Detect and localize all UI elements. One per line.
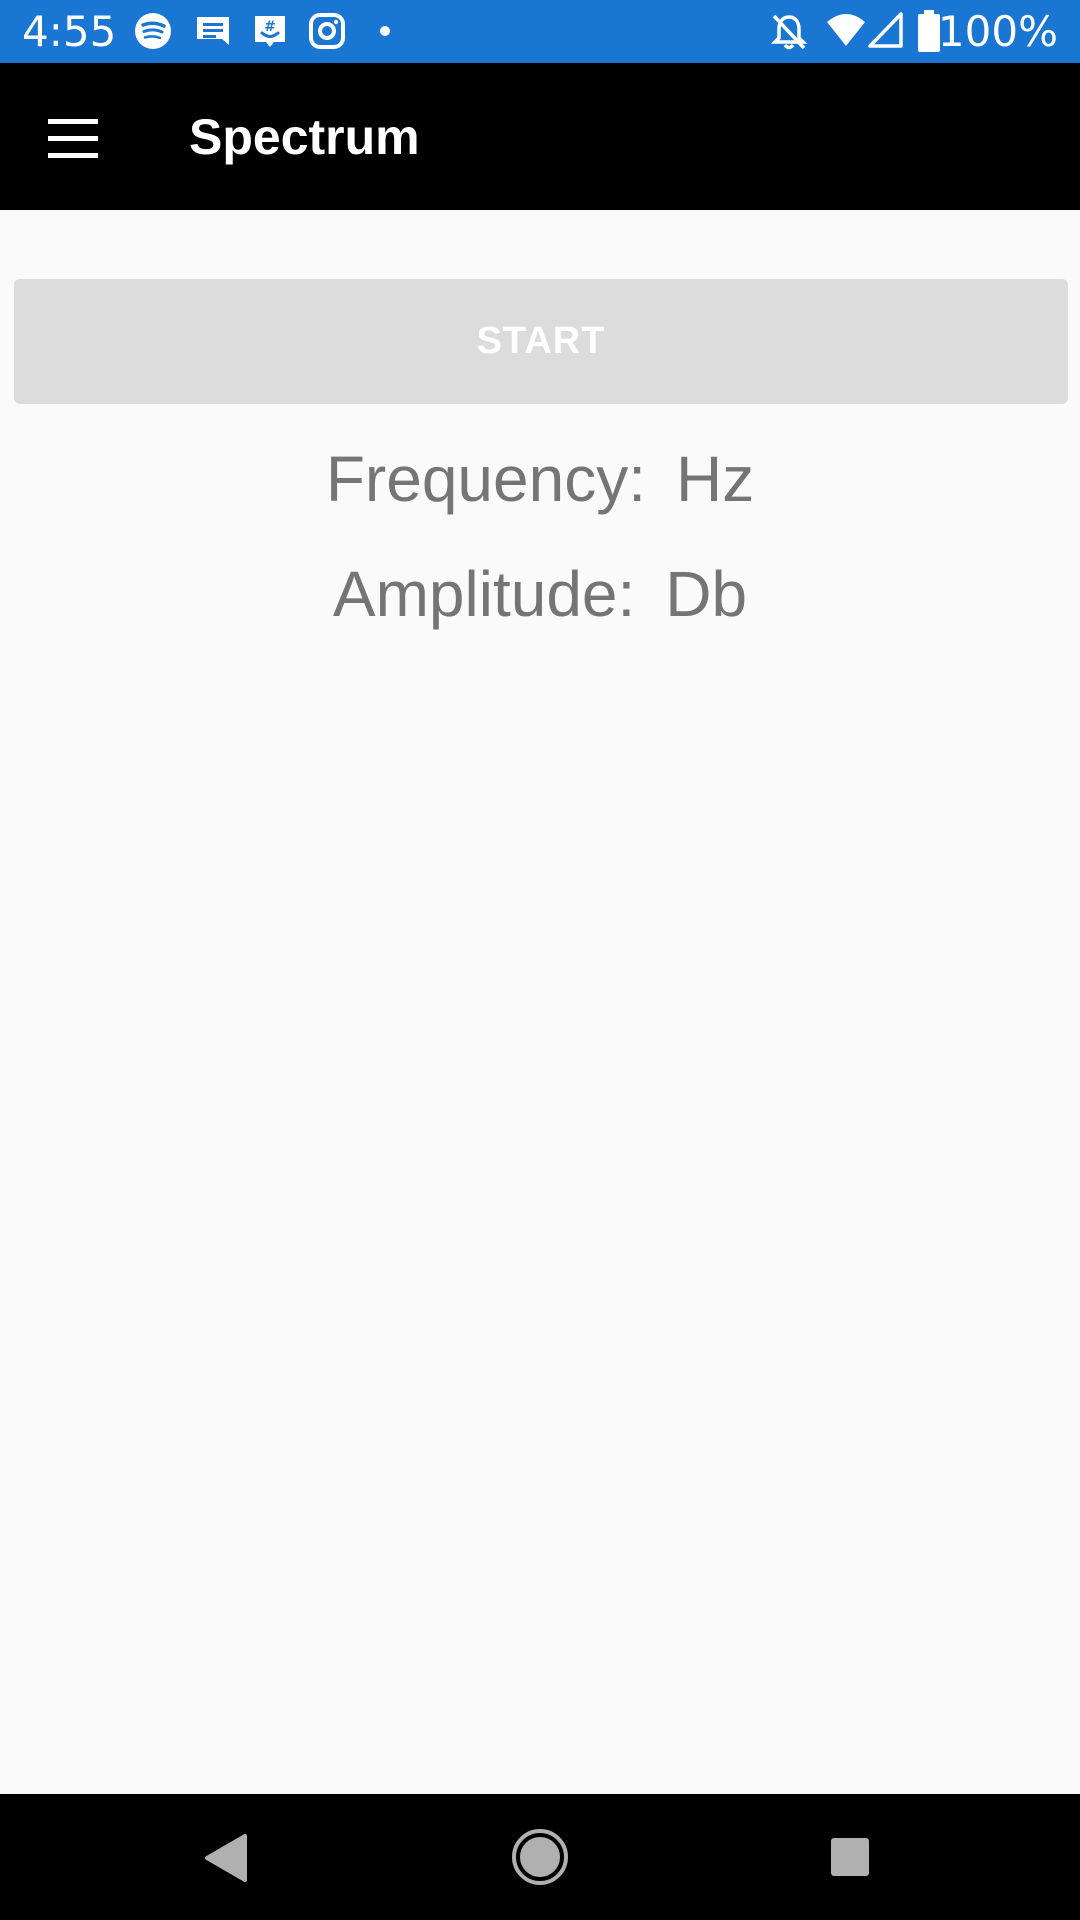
amplitude-unit: Db: [665, 558, 748, 630]
messages-icon: [194, 12, 232, 55]
screen: 4:55 # 100% Spectrum START Frequency: Hz…: [0, 0, 1080, 1920]
hamburger-menu-icon[interactable]: [32, 103, 112, 173]
amplitude-label: Amplitude:: [332, 558, 636, 630]
status-time: 4:55: [22, 7, 117, 56]
page-title: Spectrum: [189, 109, 420, 165]
home-icon[interactable]: [505, 1822, 575, 1892]
instagram-icon: [308, 12, 346, 55]
recents-icon[interactable]: [815, 1822, 885, 1892]
bell-off-icon: [770, 12, 808, 57]
app-bar: Spectrum: [0, 63, 1080, 210]
signal-icon: [868, 12, 904, 53]
svg-text:#: #: [264, 19, 276, 35]
frequency-unit: Hz: [675, 443, 755, 515]
groupme-icon: #: [251, 12, 289, 55]
spotify-icon: [134, 12, 172, 55]
dot-icon: [379, 24, 391, 42]
amplitude-readout: Amplitude: Db: [0, 554, 1080, 634]
frequency-readout: Frequency: Hz: [0, 439, 1080, 519]
navigation-bar: [0, 1794, 1080, 1920]
wifi-icon: [826, 12, 866, 53]
back-icon[interactable]: [190, 1822, 260, 1892]
battery-percentage: 100%: [937, 7, 1058, 56]
start-button[interactable]: START: [14, 279, 1068, 404]
frequency-label: Frequency:: [325, 443, 646, 515]
status-bar: 4:55 # 100%: [0, 0, 1080, 63]
